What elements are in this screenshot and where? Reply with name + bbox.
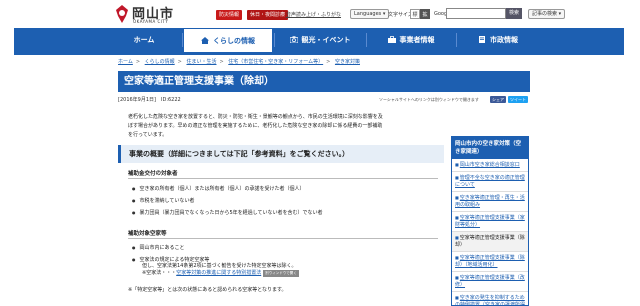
side-menu-item[interactable]: 岡山市空き家総合相談窓口 xyxy=(452,159,528,172)
breadcrumb-housing[interactable]: 住宅（市営住宅・空き家・リフォーム等） xyxy=(228,59,323,65)
page-title: 空家等適正管理支援事業（除却） xyxy=(118,71,530,92)
emergency-clinic-button[interactable]: 休日・夜間診療 xyxy=(247,10,289,20)
site-logo-subtitle: OKAYAMA CITY xyxy=(133,19,169,24)
breadcrumb-vacant-house[interactable]: 空き家対策 xyxy=(335,59,360,65)
languages-select[interactable]: Languages ▾ xyxy=(350,9,390,19)
breadcrumb-separator: > xyxy=(177,59,182,65)
side-menu: 岡山市内の空き家対策（空き家関連） 岡山市空き家総合相談窓口 管理不全な空き家の… xyxy=(451,136,529,306)
briefcase-icon xyxy=(387,36,396,43)
list-item: 暴力団員（暴力団員でなくなった日から5年を経過していない者を含む）でない者 xyxy=(132,207,323,219)
house-law-note: ※空家法・・・空家等対策の推進に関する特別措置法 別ウィンドウで開く xyxy=(142,270,299,277)
intro-line: を行っています。 xyxy=(128,132,168,138)
nav-underline xyxy=(14,52,624,55)
nav-divider xyxy=(182,33,183,47)
side-menu-item[interactable]: 空き家の発生を抑制するための特例措置（空き家の譲渡所得の3,000万円特別控除） xyxy=(452,292,528,305)
breadcrumb-separator: > xyxy=(326,59,331,65)
law-link[interactable]: 空家等対策の推進に関する特別措置法 xyxy=(176,270,261,276)
search-input[interactable] xyxy=(446,8,506,19)
languages-label: Languages xyxy=(354,11,382,17)
breadcrumb-living[interactable]: くらしの情報 xyxy=(145,59,175,65)
nav-home[interactable]: ホーム xyxy=(106,28,182,52)
nav-divider xyxy=(274,33,275,47)
search-button[interactable]: 検索 xyxy=(506,8,522,19)
law-prefix: ※空家法・・・ xyxy=(142,270,177,276)
nav-city-admin[interactable]: 市政情報 xyxy=(458,28,538,52)
breadcrumb-separator: > xyxy=(135,59,141,65)
search-method-select[interactable]: 記事の検索 ▾ xyxy=(528,9,566,19)
divider xyxy=(128,178,438,179)
side-menu-item[interactable]: 空家等適正管理支援事業（除却）（地域活用化） xyxy=(452,252,528,272)
search-method-label: 記事の検索 xyxy=(532,11,558,17)
target-heading: 補助金交付の対象者 xyxy=(128,171,178,177)
nav-living-label: くらしの情報 xyxy=(213,37,255,45)
city-emblem-icon[interactable] xyxy=(114,4,130,24)
list-item: 岡山市内にあること xyxy=(132,242,209,254)
list-item: 空き家の所有者（個人）または所有者（個人）の承諾を受けた者（個人） xyxy=(132,183,323,195)
nav-city-admin-label: 市政情報 xyxy=(490,36,518,44)
new-window-badge: 別ウィンドウで開く xyxy=(263,270,299,277)
intro-line: ぼす場合があります。早めの適正な管理を実施するために、老朽化した危険な空き家の除… xyxy=(128,123,383,129)
facebook-share-button[interactable]: シェア xyxy=(490,96,506,103)
list-item: 市税を滞納していない者 xyxy=(132,195,323,207)
read-aloud-link[interactable]: 音声読み上げ・ふりがな xyxy=(286,11,341,18)
house-heading: 補助対象空家等 xyxy=(128,231,167,237)
nav-tourism-label: 観光・イベント xyxy=(301,36,351,44)
nav-business-label: 事業者情報 xyxy=(399,36,435,44)
nav-tourism[interactable]: 観光・イベント xyxy=(276,28,364,52)
breadcrumb-separator: > xyxy=(219,59,224,65)
global-nav: ホーム くらしの情報 観光・イベント 事業者情報 市政情報 xyxy=(14,28,624,52)
target-list: 空き家の所有者（個人）または所有者（個人）の承諾を受けた者（個人） 市税を滞納し… xyxy=(132,183,323,219)
breadcrumb: ホーム > くらしの情報 > 住まい・生活 > 住宅（市営住宅・空き家・リフォーム等）… xyxy=(118,58,360,65)
side-menu-item[interactable]: 空家等適正管理支援事業（家財等処分） xyxy=(452,212,528,232)
disaster-info-button[interactable]: 防災情報 xyxy=(216,10,243,20)
nav-business[interactable]: 事業者情報 xyxy=(368,28,454,52)
site-header: 岡山市 OKAYAMA CITY 防災情報 休日・夜間診療 音声読み上げ・ふりが… xyxy=(14,0,624,28)
side-menu-item[interactable]: 管理不全な空き家の適正管理について xyxy=(452,172,528,192)
side-menu-heading: 岡山市内の空き家対策（空き家関連） xyxy=(452,137,528,159)
nav-home-label: ホーム xyxy=(133,36,155,44)
side-menu-item[interactable]: 空家等適正管理支援事業（改修） xyxy=(452,272,528,292)
house-icon xyxy=(201,37,209,44)
side-menu-item[interactable]: 空き家等適正管理・再生・活用の取組み xyxy=(452,192,528,212)
font-size-standard-button[interactable]: 標 xyxy=(410,9,420,19)
nav-divider xyxy=(366,33,367,47)
twitter-share-button[interactable]: ツイート xyxy=(508,96,528,103)
font-size-large-button[interactable]: 拡大 xyxy=(420,9,430,28)
article-meta: [2016年9月1日] ID:6222 xyxy=(118,97,181,103)
nav-divider xyxy=(456,33,457,47)
breadcrumb-home[interactable]: ホーム xyxy=(118,59,133,65)
nav-living[interactable]: くらしの情報 xyxy=(184,29,272,52)
breadcrumb-housing-life[interactable]: 住まい・生活 xyxy=(186,59,216,65)
side-menu-item-current[interactable]: 空家等適正管理支援事業（除却） xyxy=(452,232,528,252)
summary-heading: 事業の概要（詳細につきましては下記「参考資料」をご覧ください。） xyxy=(118,145,444,163)
camera-icon xyxy=(289,36,298,43)
document-icon xyxy=(479,36,485,43)
divider xyxy=(128,238,438,239)
page: 岡山市 OKAYAMA CITY 防災情報 休日・夜間診療 音声読み上げ・ふりが… xyxy=(14,0,624,306)
intro-line: 老朽化した危険な空き家を放置すると、防災・防犯・衛生・景観等の観点から、市民の生… xyxy=(128,114,383,120)
intro-text: 老朽化した危険な空き家を放置すると、防災・防犯・衛生・景観等の観点から、市民の生… xyxy=(128,113,448,140)
social-note: ソーシャルサイトへのリンクは別ウィンドウで開きます xyxy=(379,97,479,102)
footnote: ※「特定空家等」とは次の状態にあると認められる空家等となります。 xyxy=(128,287,287,293)
house-condition-note: 但し、空家法第14条第2項に基づく勧告を受けた特定空家等は除く。 xyxy=(142,263,297,269)
